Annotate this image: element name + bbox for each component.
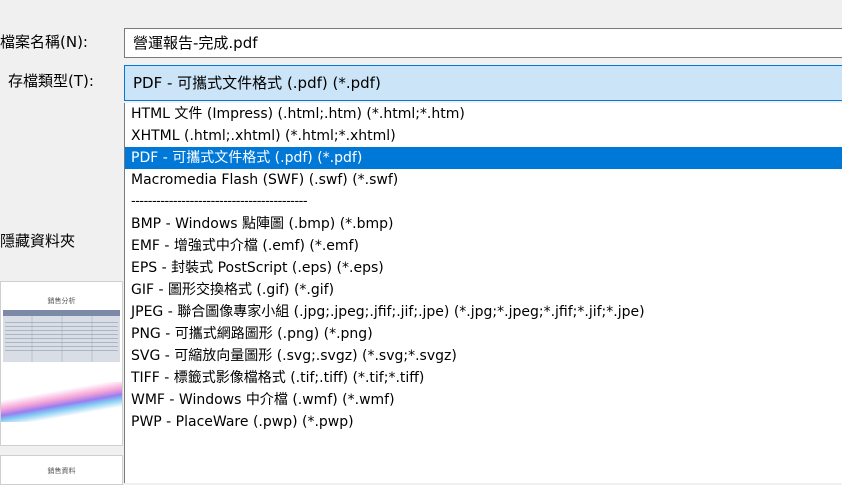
filetype-select[interactable]: PDF - 可攜式文件格式 (.pdf) (*.pdf) (124, 65, 842, 101)
thumbnail-title: 銷售分析 (47, 297, 76, 305)
filetype-option[interactable]: XHTML (.html;.xhtml) (*.html;*.xhtml) (125, 125, 842, 147)
filetype-label: 存檔類型(T): (8, 72, 94, 90)
filetype-option[interactable]: PWP - PlaceWare (.pwp) (*.pwp) (125, 411, 842, 433)
hide-folders-label[interactable]: 隱藏資料夾 (0, 231, 75, 251)
filetype-option[interactable]: GIF - 圖形交換格式 (.gif) (*.gif) (125, 279, 842, 301)
filename-input[interactable]: 營運報告-完成.pdf (124, 28, 842, 58)
filetype-option-selected[interactable]: PDF - 可攜式文件格式 (.pdf) (*.pdf) (125, 147, 842, 169)
filetype-dropdown-list[interactable]: HTML 文件 (Impress) (.html;.htm) (*.html;*… (124, 103, 842, 483)
slide-thumbnail: 銷售分析 (0, 281, 123, 446)
filename-label: 檔案名稱(N): (0, 33, 88, 51)
thumbnail-wave-graphic (1, 382, 122, 422)
thumbnail-text-lines (5, 322, 118, 352)
slide-thumbnail: 銷售資料 (0, 455, 123, 485)
filetype-option[interactable]: EPS - 封裝式 PostScript (.eps) (*.eps) (125, 257, 842, 279)
filetype-separator: ----------------------------------------… (131, 194, 308, 209)
filetype-option[interactable]: WMF - Windows 中介檔 (.wmf) (*.wmf) (125, 389, 842, 411)
filetype-option[interactable]: JPEG - 聯合圖像專家小組 (.jpg;.jpeg;.jfif;.jif;.… (125, 301, 842, 323)
filetype-option[interactable]: Macromedia Flash (SWF) (.swf) (*.swf) (125, 169, 842, 191)
filetype-option[interactable]: BMP - Windows 點陣圖 (.bmp) (*.bmp) (125, 213, 842, 235)
filetype-option[interactable]: HTML 文件 (Impress) (.html;.htm) (*.html;*… (125, 103, 842, 125)
thumbnail-title: 銷售資料 (47, 467, 76, 475)
filetype-option[interactable]: PNG - 可攜式網路圖形 (.png) (*.png) (125, 323, 842, 345)
filetype-option[interactable]: EMF - 增強式中介檔 (.emf) (*.emf) (125, 235, 842, 257)
filetype-option[interactable]: SVG - 可縮放向量圖形 (.svg;.svgz) (*.svg;*.svgz… (125, 345, 842, 367)
filetype-option[interactable]: TIFF - 標籤式影像檔格式 (.tif;.tiff) (*.tif;*.ti… (125, 367, 842, 389)
